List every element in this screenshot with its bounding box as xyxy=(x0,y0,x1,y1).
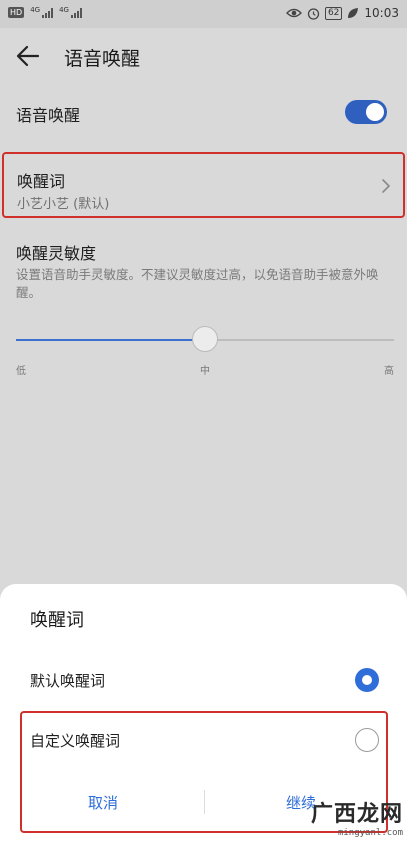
sensitivity-slider[interactable] xyxy=(16,326,394,354)
leaf-icon xyxy=(348,8,359,18)
alarm-icon xyxy=(307,7,320,20)
back-arrow-icon[interactable] xyxy=(14,42,42,70)
radio-unchecked-icon[interactable] xyxy=(355,728,379,752)
sensitivity-description: 设置语音助手灵敏度。不建议灵敏度过高，以免语音助手被意外唤醒。 xyxy=(16,267,379,300)
button-divider xyxy=(204,790,205,814)
status-right: 62 10:03 xyxy=(286,6,399,20)
dialog-title: 唤醒词 xyxy=(30,610,84,631)
slider-label-mid: 中 xyxy=(200,366,210,377)
slider-label-low: 低 xyxy=(16,366,26,377)
slider-thumb[interactable] xyxy=(192,326,218,352)
option-label: 默认唤醒词 xyxy=(30,672,106,690)
wake-word-title: 唤醒词 xyxy=(17,172,66,191)
voice-wakeup-row[interactable]: 语音唤醒 xyxy=(0,90,407,136)
slider-fill xyxy=(16,339,205,341)
chevron-right-icon xyxy=(382,179,391,193)
battery-icon: 62 xyxy=(324,6,343,20)
option-default-wake-word[interactable]: 默认唤醒词 xyxy=(0,660,407,700)
eye-icon xyxy=(286,8,302,18)
option-custom-wake-word[interactable]: 自定义唤醒词 xyxy=(0,720,407,760)
hd-badge: HD xyxy=(8,7,25,18)
watermark: 广西龙网 mingyanl.com xyxy=(285,802,403,844)
network-type-label: 4G xyxy=(30,6,41,14)
cellular-signal-icon: 4G xyxy=(30,6,54,18)
radio-checked-icon[interactable] xyxy=(355,668,379,692)
voice-wakeup-toggle[interactable] xyxy=(345,100,387,124)
option-label: 自定义唤醒词 xyxy=(30,732,121,750)
status-time: 10:03 xyxy=(364,6,399,20)
wake-word-value: 小艺小艺 (默认) xyxy=(17,197,110,212)
cellular-signal-icon-2: 4G xyxy=(59,7,82,18)
cancel-button[interactable]: 取消 xyxy=(88,792,118,813)
network-type-label-2: 4G xyxy=(59,6,69,14)
status-left: HD 4G 4G xyxy=(8,7,82,18)
page-title: 语音唤醒 xyxy=(64,48,141,70)
app-bar: 语音唤醒 xyxy=(0,28,407,84)
watermark-url: mingyanl.com xyxy=(337,828,403,838)
status-bar: HD 4G 4G 62 10:03 xyxy=(0,0,407,28)
slider-label-high: 高 xyxy=(384,366,394,377)
watermark-logo: 广西龙网 xyxy=(310,802,403,827)
wake-word-row[interactable]: 唤醒词 小艺小艺 (默认) xyxy=(2,152,405,218)
voice-wakeup-label: 语音唤醒 xyxy=(16,106,81,125)
toggle-knob xyxy=(366,103,384,121)
sensitivity-title: 唤醒灵敏度 xyxy=(16,244,97,263)
